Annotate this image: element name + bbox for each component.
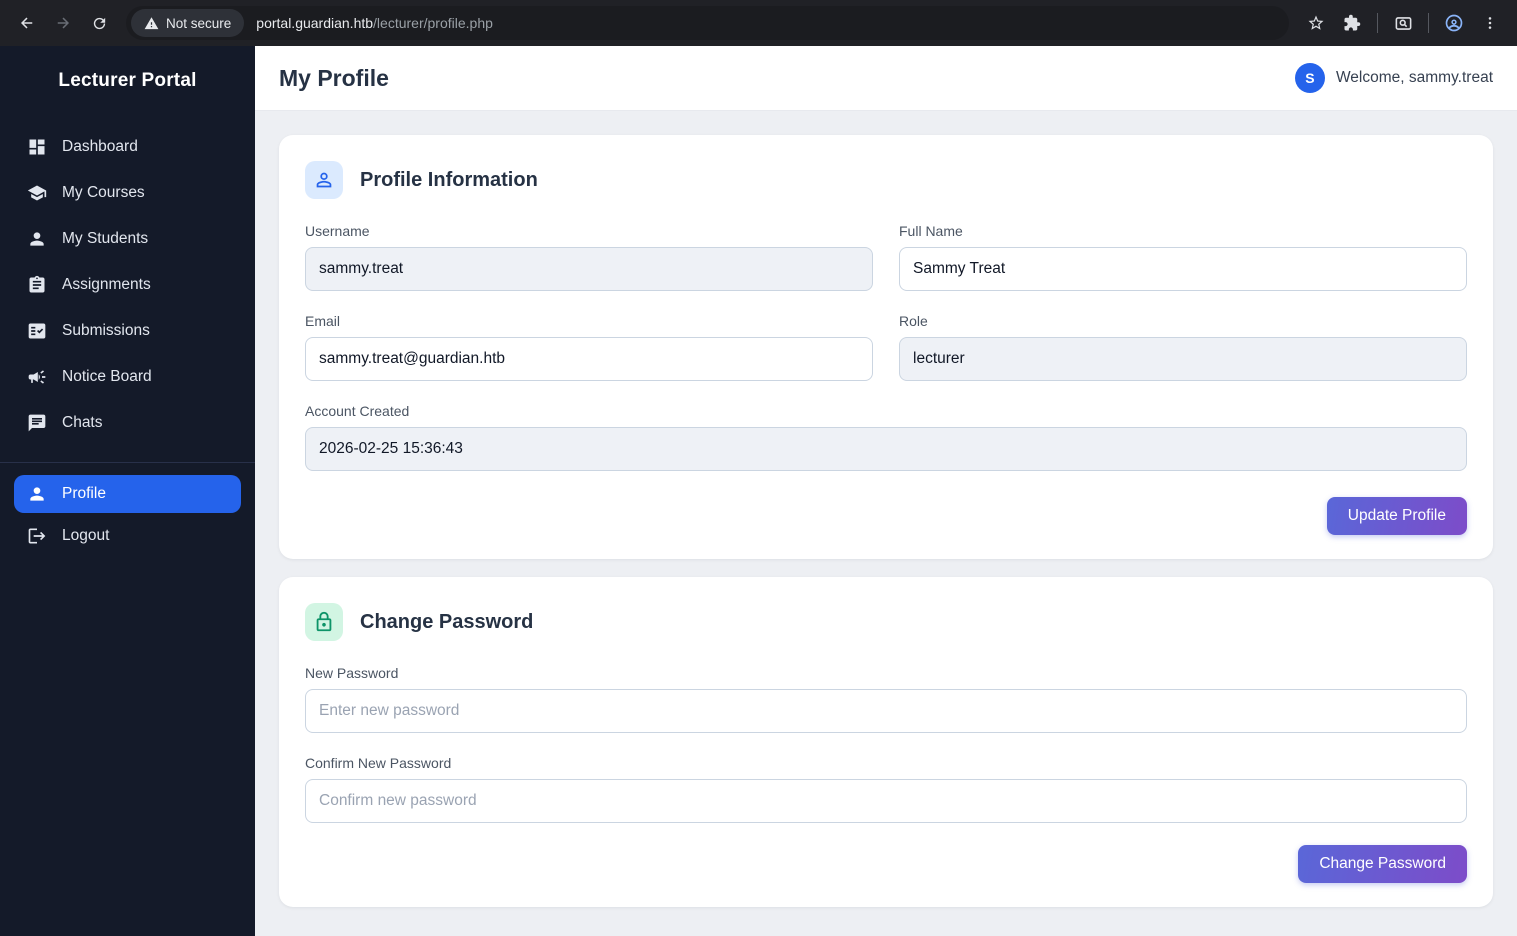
dashboard-icon bbox=[27, 137, 47, 157]
username-input[interactable] bbox=[305, 247, 873, 291]
app-title: Lecturer Portal bbox=[58, 70, 197, 91]
main-area: My Profile S Welcome, sammy.treat Profil… bbox=[255, 46, 1517, 936]
sidebar-item-my-students[interactable]: My Students bbox=[0, 216, 255, 262]
new-password-field-group: New Password bbox=[305, 665, 1467, 733]
megaphone-icon bbox=[27, 367, 47, 387]
lock-icon bbox=[305, 603, 343, 641]
change-password-card: Change Password New Password Confirm New… bbox=[279, 577, 1493, 907]
card-title: Profile Information bbox=[360, 168, 538, 191]
username-label: Username bbox=[305, 223, 370, 239]
account-created-field-group: Account Created bbox=[305, 403, 1467, 471]
page-content: Profile Information Username Full Name E… bbox=[255, 111, 1517, 936]
person-icon bbox=[27, 229, 47, 249]
sidebar-item-label: Dashboard bbox=[62, 138, 138, 155]
sidebar-item-label: Assignments bbox=[62, 276, 151, 293]
sidebar-item-profile[interactable]: Profile bbox=[14, 475, 241, 513]
chat-bubble-icon bbox=[27, 413, 47, 433]
sidebar-item-notice-board[interactable]: Notice Board bbox=[0, 354, 255, 400]
toolbar-separator bbox=[1428, 13, 1429, 33]
sidebar-item-label: Submissions bbox=[62, 322, 150, 339]
extensions-button[interactable] bbox=[1335, 6, 1369, 40]
star-icon bbox=[1308, 15, 1324, 30]
password-card-actions: Change Password bbox=[305, 845, 1467, 883]
new-password-input[interactable] bbox=[305, 689, 1467, 733]
extensions-puzzle-icon bbox=[1344, 14, 1361, 31]
account-created-input[interactable] bbox=[305, 427, 1467, 471]
account-circle-icon bbox=[1445, 14, 1463, 32]
graduation-cap-icon bbox=[27, 183, 47, 203]
sidebar-item-label: Chats bbox=[62, 414, 103, 431]
sidebar-item-label: Logout bbox=[62, 527, 110, 544]
email-input[interactable] bbox=[305, 337, 873, 381]
confirm-password-label: Confirm New Password bbox=[305, 755, 452, 771]
sidebar-item-assignments[interactable]: Assignments bbox=[0, 262, 255, 308]
role-field-group: Role bbox=[899, 313, 1467, 381]
avatar[interactable]: S bbox=[1294, 63, 1325, 93]
user-menu: S Welcome, sammy.treat bbox=[1294, 63, 1493, 93]
sidebar-item-label: Notice Board bbox=[62, 368, 152, 385]
full-name-field-group: Full Name bbox=[899, 223, 1467, 291]
welcome-text: Welcome, sammy.treat bbox=[1335, 69, 1493, 86]
profile-information-card: Profile Information Username Full Name E… bbox=[279, 135, 1493, 559]
browser-toolbar: Not secure portal.guardian.htb/lecturer/… bbox=[0, 0, 1517, 46]
sidebar-item-label: Profile bbox=[62, 485, 106, 502]
new-password-label: New Password bbox=[305, 665, 399, 681]
page-header: My Profile S Welcome, sammy.treat bbox=[255, 46, 1517, 111]
password-card-header: Change Password bbox=[305, 603, 1467, 641]
fact-check-icon bbox=[27, 321, 47, 341]
full-name-input[interactable] bbox=[899, 247, 1467, 291]
update-profile-button[interactable]: Update Profile bbox=[1326, 497, 1467, 535]
profile-form: Username Full Name Email Role bbox=[305, 223, 1467, 493]
account-created-label: Account Created bbox=[305, 403, 410, 419]
role-input[interactable] bbox=[899, 337, 1467, 381]
email-label: Email bbox=[305, 313, 341, 329]
full-name-label: Full Name bbox=[899, 223, 963, 239]
sidebar-item-chats[interactable]: Chats bbox=[0, 400, 255, 446]
reload-icon bbox=[93, 17, 105, 29]
change-password-button[interactable]: Change Password bbox=[1298, 845, 1467, 883]
sidebar-divider bbox=[0, 462, 255, 463]
url-text[interactable]: portal.guardian.htb/lecturer/profile.php bbox=[256, 15, 493, 31]
page-title: My Profile bbox=[279, 64, 389, 91]
profile-card-actions: Update Profile bbox=[305, 497, 1467, 535]
app-window: Lecturer Portal Dashboard My Courses My … bbox=[0, 46, 1517, 936]
card-title: Change Password bbox=[360, 610, 534, 633]
person-badge-icon bbox=[305, 161, 343, 199]
profile-avatar-button[interactable] bbox=[1437, 6, 1471, 40]
profile-card-header: Profile Information bbox=[305, 161, 1467, 199]
security-chip[interactable]: Not secure bbox=[131, 9, 245, 37]
confirm-password-input[interactable] bbox=[305, 779, 1467, 823]
sidebar-item-label: My Courses bbox=[62, 184, 145, 201]
side-panel-button[interactable] bbox=[1386, 6, 1420, 40]
username-field-group: Username bbox=[305, 223, 873, 291]
url-host: portal.guardian.htb bbox=[256, 15, 374, 31]
logout-icon bbox=[27, 526, 47, 546]
sidebar-item-label: My Students bbox=[62, 230, 149, 247]
role-label: Role bbox=[899, 313, 928, 329]
sidebar-item-submissions[interactable]: Submissions bbox=[0, 308, 255, 354]
bookmark-button[interactable] bbox=[1299, 6, 1333, 40]
back-button[interactable] bbox=[10, 6, 44, 40]
security-chip-label: Not secure bbox=[166, 15, 232, 31]
person-icon bbox=[27, 484, 47, 504]
forward-button[interactable] bbox=[46, 6, 80, 40]
kebab-menu-icon bbox=[1488, 17, 1492, 29]
clipboard-icon bbox=[27, 275, 47, 295]
forward-arrow-icon bbox=[57, 17, 69, 29]
sidebar-item-dashboard[interactable]: Dashboard bbox=[0, 124, 255, 170]
warning-icon bbox=[144, 16, 159, 29]
sidebar-item-logout[interactable]: Logout bbox=[0, 513, 255, 559]
browser-menu-button[interactable] bbox=[1473, 6, 1507, 40]
confirm-password-field-group: Confirm New Password bbox=[305, 755, 1467, 823]
back-arrow-icon bbox=[21, 17, 33, 29]
reload-button[interactable] bbox=[82, 6, 116, 40]
url-path: /lecturer/profile.php bbox=[373, 15, 493, 31]
sidebar: Lecturer Portal Dashboard My Courses My … bbox=[0, 46, 255, 936]
email-field-group: Email bbox=[305, 313, 873, 381]
side-panel-search-icon bbox=[1395, 16, 1411, 30]
toolbar-separator bbox=[1377, 13, 1378, 33]
sidebar-item-my-courses[interactable]: My Courses bbox=[0, 170, 255, 216]
address-bar[interactable]: Not secure portal.guardian.htb/lecturer/… bbox=[126, 6, 1289, 40]
